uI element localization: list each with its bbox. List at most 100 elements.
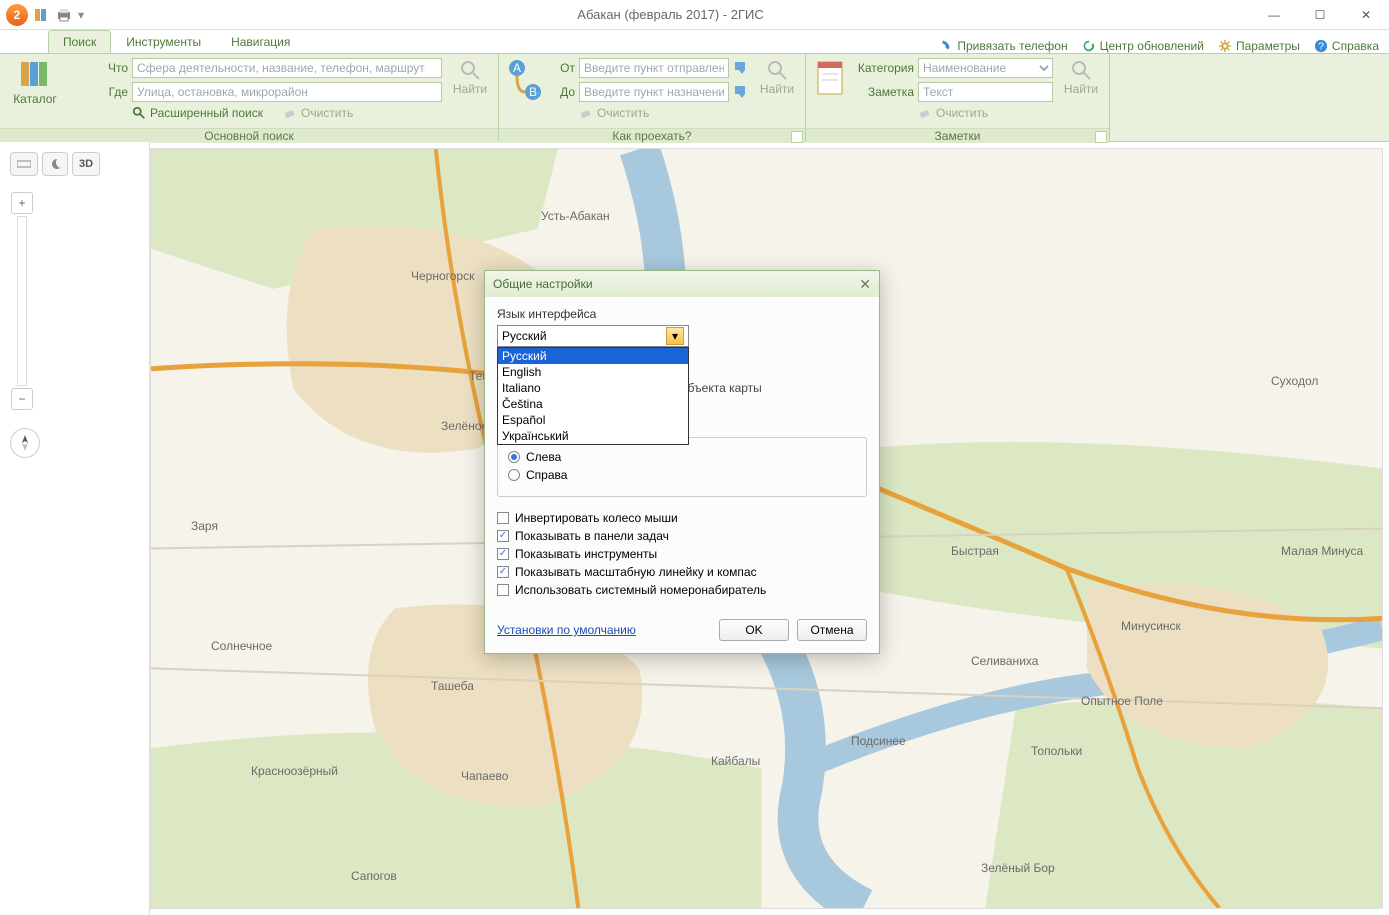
close-button[interactable]: ✕ — [1343, 0, 1389, 30]
moon-icon — [49, 158, 61, 170]
zoom-out-button[interactable]: − — [11, 388, 33, 410]
bind-phone-link[interactable]: Привязать телефон — [939, 39, 1067, 53]
map-label: Минусинск — [1121, 619, 1181, 633]
tab-tools[interactable]: Инструменты — [111, 30, 216, 53]
from-label: От — [551, 61, 575, 75]
window-title: Абакан (февраль 2017) - 2ГИС — [90, 7, 1251, 22]
ruler-icon — [17, 159, 31, 169]
what-label: Что — [70, 61, 128, 75]
radio-right[interactable]: Справа — [508, 468, 856, 482]
app-logo[interactable]: 2 — [6, 4, 28, 26]
lang-option[interactable]: Русский — [498, 348, 688, 364]
reset-defaults-link[interactable]: Установки по умолчанию — [497, 623, 636, 637]
eraser-icon — [283, 106, 297, 120]
radio-icon — [508, 469, 520, 481]
lang-option[interactable]: Italiano — [498, 380, 688, 396]
advanced-search-button[interactable]: Расширенный поиск — [132, 106, 263, 120]
checkbox-icon: ✓ — [497, 530, 509, 542]
help-link[interactable]: ?Справка — [1314, 39, 1379, 53]
what-input[interactable] — [132, 58, 442, 78]
zoom-in-button[interactable]: + — [11, 192, 33, 214]
checkbox-icon: ✓ — [497, 548, 509, 560]
zoom-slider[interactable] — [17, 216, 27, 386]
lang-option[interactable]: Čeština — [498, 396, 688, 412]
params-link[interactable]: Параметры — [1218, 39, 1300, 53]
from-input[interactable] — [579, 58, 729, 78]
settings-dialog: Общие настройки ✕ Язык интерфейса Русски… — [484, 270, 880, 654]
map-label: Заря — [191, 519, 218, 533]
map-label: Быстрая — [951, 544, 999, 558]
checkbox-icon: ✓ — [497, 566, 509, 578]
check-scale[interactable]: ✓Показывать масштабную линейку и компас — [497, 565, 867, 579]
dialog-titlebar[interactable]: Общие настройки ✕ — [485, 271, 879, 297]
route-icon: AB — [507, 58, 543, 102]
tab-strip: Поиск Инструменты Навигация Привязать те… — [0, 30, 1389, 54]
checkbox-icon — [497, 512, 509, 524]
map-label: Усть-Абакан — [541, 209, 610, 223]
checkbox-icon — [497, 584, 509, 596]
language-combo[interactable]: Русский▾ Русский English Italiano Češtin… — [497, 325, 689, 347]
to-input[interactable] — [579, 82, 729, 102]
compass-button[interactable] — [10, 428, 40, 458]
map-label: Черногорск — [411, 269, 474, 283]
3d-toggle[interactable]: 3D — [72, 152, 100, 176]
print-qat-icon[interactable] — [56, 7, 72, 23]
chevron-down-icon[interactable]: ▾ — [666, 327, 684, 345]
search-large-icon — [765, 58, 789, 82]
catalog-button[interactable]: Каталог — [8, 58, 62, 106]
where-input[interactable] — [132, 82, 442, 102]
map-label: Ташеба — [431, 679, 474, 693]
check-taskbar[interactable]: ✓Показывать в панели задач — [497, 529, 867, 543]
eraser-icon — [579, 106, 593, 120]
clear-notes-button[interactable]: Очистить — [918, 106, 988, 120]
clear-search-button[interactable]: Очистить — [283, 106, 353, 120]
check-tools[interactable]: ✓Показывать инструменты — [497, 547, 867, 561]
to-pick-icon[interactable] — [733, 84, 749, 100]
search-large-icon — [458, 58, 482, 82]
category-select[interactable]: Наименование — [918, 58, 1053, 78]
svg-text:B: B — [529, 85, 537, 99]
to-label: До — [551, 85, 575, 99]
map-label: Солнечное — [211, 639, 272, 653]
clear-route-button[interactable]: Очистить — [579, 106, 649, 120]
update-center-link[interactable]: Центр обновлений — [1082, 39, 1204, 53]
maximize-button[interactable]: ☐ — [1297, 0, 1343, 30]
lang-option[interactable]: Український — [498, 428, 688, 444]
catalog-qat-icon[interactable] — [34, 7, 50, 23]
tab-search[interactable]: Поиск — [48, 30, 111, 53]
note-input[interactable] — [918, 82, 1053, 102]
refresh-icon — [1082, 39, 1096, 53]
svg-text:A: A — [513, 61, 521, 75]
map-label: Подсинее — [851, 734, 906, 748]
cancel-button[interactable]: Отмена — [797, 619, 867, 641]
lang-option[interactable]: Español — [498, 412, 688, 428]
eraser-icon — [918, 106, 932, 120]
map-label: Зелёное — [441, 419, 488, 433]
check-dialer[interactable]: Использовать системный номеронабиратель — [497, 583, 867, 597]
dialog-close-icon[interactable]: ✕ — [859, 276, 871, 293]
group-notes: Заметки — [806, 128, 1109, 143]
language-dropdown: Русский English Italiano Čeština Español… — [497, 347, 689, 445]
lang-section-label: Язык интерфейса — [497, 307, 867, 321]
radio-left[interactable]: Слева — [508, 450, 856, 464]
find-button[interactable]: Найти — [450, 58, 490, 96]
minimize-button[interactable]: — — [1251, 0, 1297, 30]
ok-button[interactable]: OK — [719, 619, 789, 641]
note-label: Заметка — [854, 85, 914, 99]
from-pick-icon[interactable] — [733, 60, 749, 76]
tab-navigation[interactable]: Навигация — [216, 30, 305, 53]
hidden-fragment: объекта карты — [681, 381, 762, 395]
find-notes-button[interactable]: Найти — [1061, 58, 1101, 96]
night-toggle[interactable] — [42, 152, 68, 176]
group-main-search: Основной поиск — [0, 128, 498, 143]
qat-dropdown-icon[interactable]: ▾ — [78, 8, 84, 22]
lang-option[interactable]: English — [498, 364, 688, 380]
check-invert[interactable]: Инвертировать колесо мыши — [497, 511, 867, 525]
map-label: Малая Минуса — [1281, 544, 1363, 558]
group-route: Как проехать? — [499, 128, 805, 143]
title-bar: 2 ▾ Абакан (февраль 2017) - 2ГИС — ☐ ✕ — [0, 0, 1389, 30]
map-label: Чапаево — [461, 769, 508, 783]
ruler-toggle[interactable] — [10, 152, 38, 176]
find-route-button[interactable]: Найти — [757, 58, 797, 96]
category-label: Категория — [854, 61, 914, 75]
